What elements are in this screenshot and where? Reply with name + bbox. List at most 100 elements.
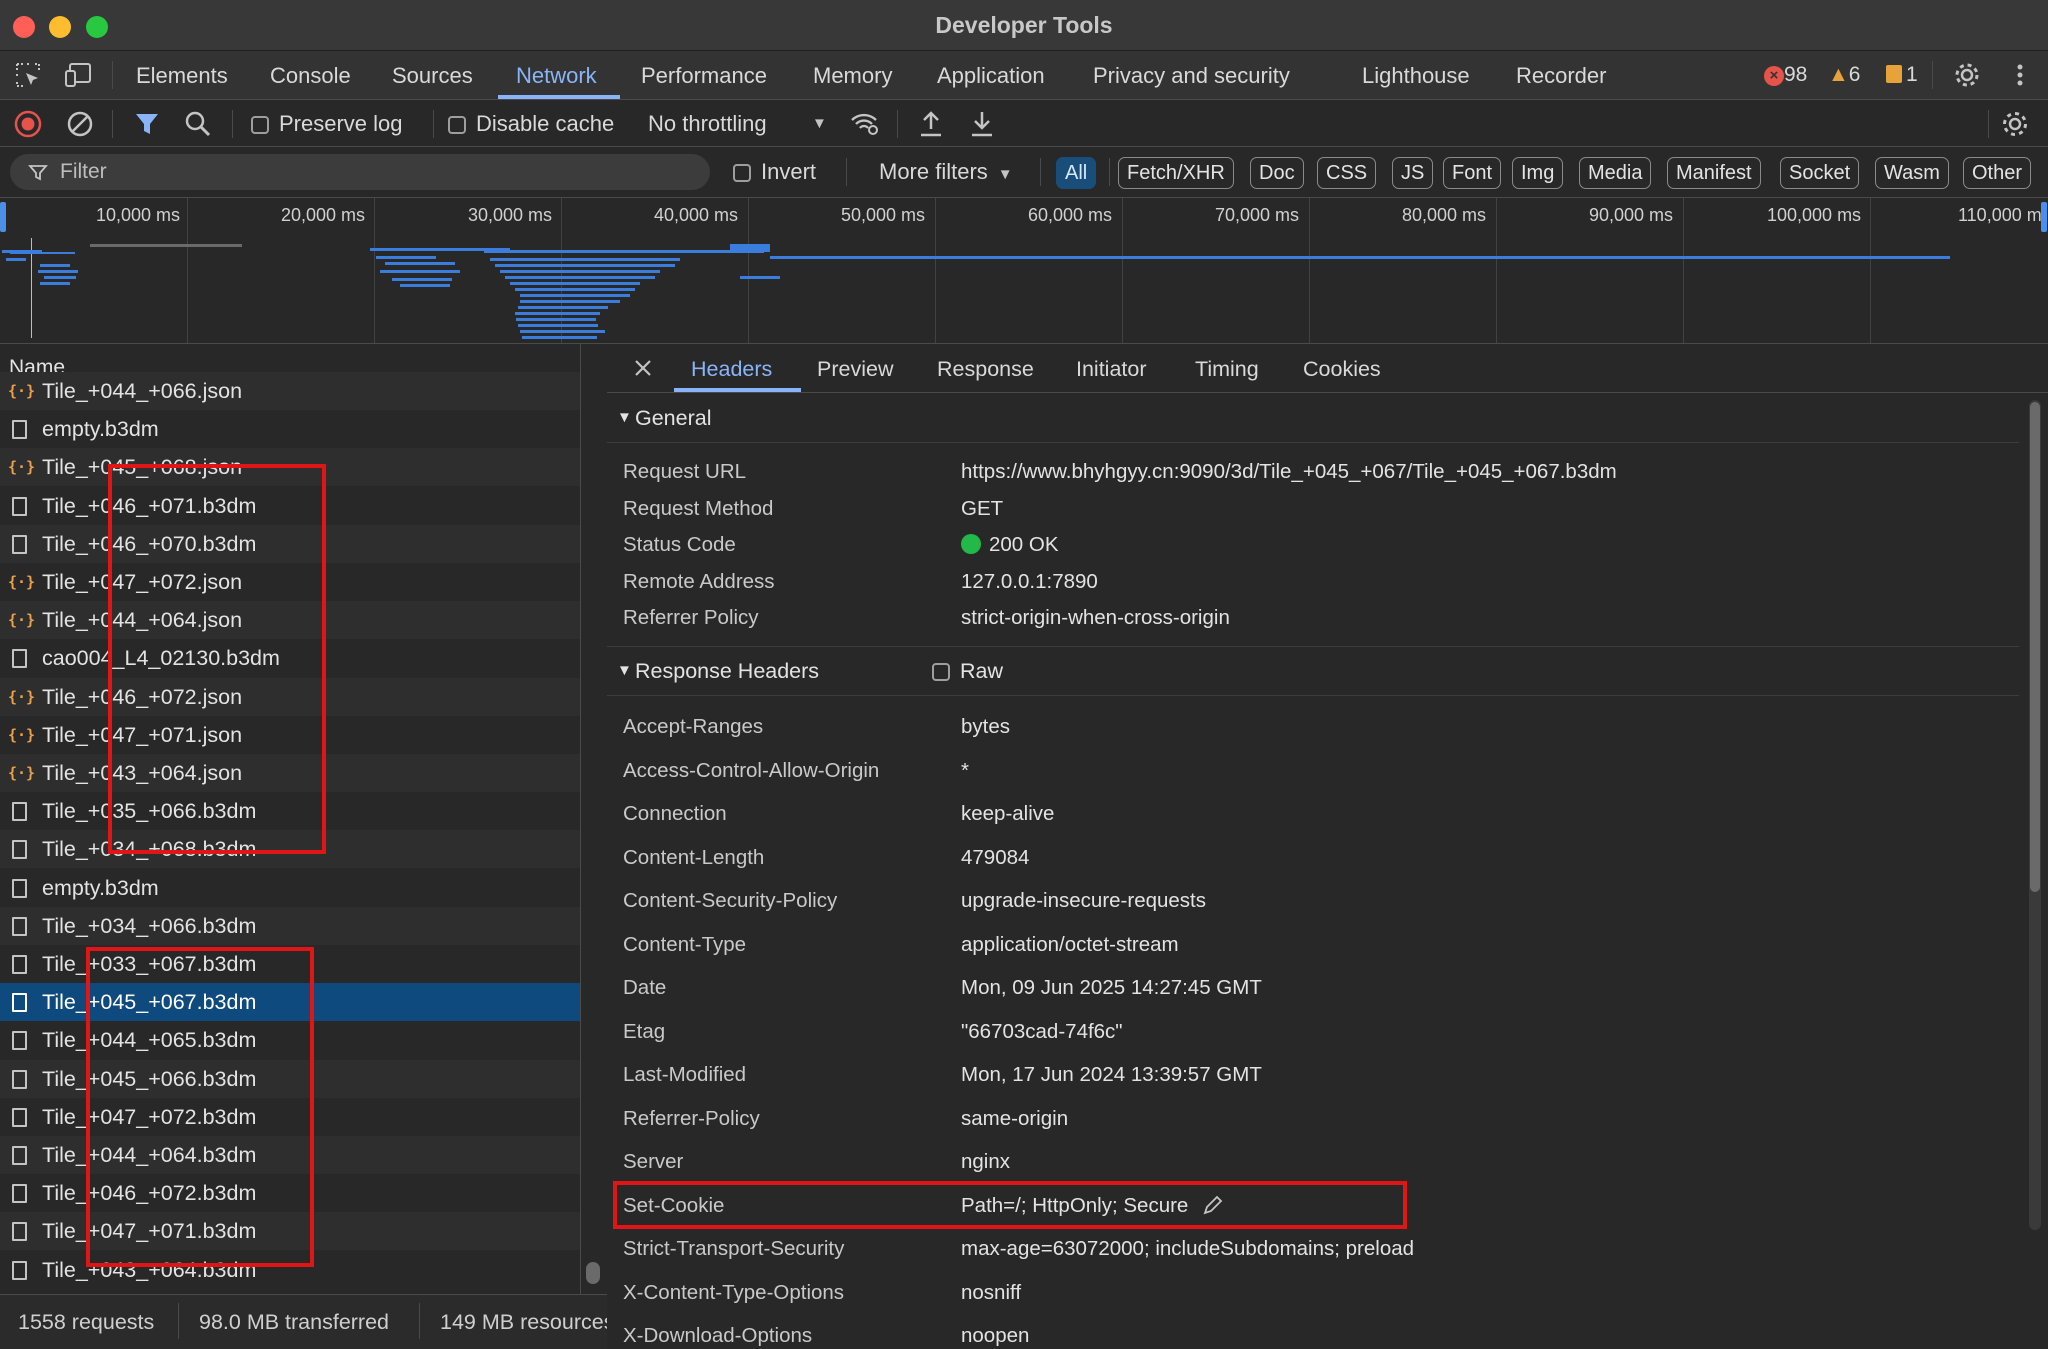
document-file-icon (12, 496, 27, 516)
tab-recorder[interactable]: Recorder (1516, 63, 1606, 89)
header-value-text: bytes (961, 715, 1010, 738)
timeline-gridline (1496, 198, 1497, 343)
header-value-text: * (961, 758, 969, 782)
invert-checkbox[interactable]: Invert (733, 159, 816, 185)
type-filter-js[interactable]: JS (1392, 157, 1434, 189)
filter-input[interactable]: Filter (10, 154, 710, 190)
tab-initiator[interactable]: Initiator (1076, 357, 1147, 382)
tab-application[interactable]: Application (937, 63, 1045, 89)
disable-cache-checkbox[interactable]: Disable cache (448, 111, 614, 137)
header-value[interactable]: noopen (961, 1319, 1029, 1349)
type-filter-other[interactable]: Other (1963, 157, 2032, 189)
status-ok-icon (961, 534, 981, 554)
header-value[interactable]: 479084 (961, 841, 1029, 875)
json-file-icon: {·} (8, 382, 36, 400)
request-activity-bar (522, 336, 597, 339)
search-icon[interactable] (184, 110, 212, 138)
request-row[interactable]: empty.b3dm (0, 410, 580, 448)
header-value[interactable]: strict-origin-when-cross-origin (961, 601, 1230, 635)
timeline-gridline (1683, 198, 1684, 343)
response-headers-section-header[interactable]: ▼ Response Headers Raw (607, 646, 2019, 696)
type-filter-fetch-xhr[interactable]: Fetch/XHR (1118, 157, 1234, 189)
tab-privacy-security[interactable]: Privacy and security (1093, 63, 1290, 89)
header-name: Accept-Ranges (623, 715, 764, 738)
filter-icon[interactable] (134, 110, 160, 138)
clear-icon[interactable] (66, 110, 94, 138)
issues-count[interactable]: 1 (1886, 63, 1918, 87)
type-filter-socket[interactable]: Socket (1780, 157, 1860, 189)
document-file-icon (12, 534, 27, 554)
tab-lighthouse[interactable]: Lighthouse (1362, 63, 1470, 89)
type-filter-all[interactable]: All (1056, 157, 1097, 189)
tab-elements[interactable]: Elements (136, 63, 228, 89)
header-value[interactable]: bytes (961, 710, 1010, 744)
network-conditions-icon[interactable] (849, 110, 881, 138)
tab-network[interactable]: Network (516, 63, 597, 89)
throttling-select[interactable]: No throttling ▼ (648, 111, 827, 137)
import-har-upload-icon[interactable] (917, 109, 945, 139)
header-value[interactable]: max-age=63072000; includeSubdomains; pre… (961, 1232, 1414, 1266)
header-value[interactable]: * (961, 754, 969, 788)
network-overview-timeline[interactable]: 10,000 ms 20,000 ms 30,000 ms 40,000 ms … (0, 198, 2048, 344)
details-scrollbar-thumb[interactable] (2030, 402, 2040, 892)
active-tab-indicator (674, 388, 801, 392)
header-value[interactable]: keep-alive (961, 797, 1054, 831)
overview-range-handle-right[interactable] (2041, 202, 2047, 232)
device-toolbar-icon[interactable] (64, 61, 94, 89)
tab-memory[interactable]: Memory (813, 63, 892, 89)
general-section-title: General (635, 406, 712, 430)
header-value[interactable]: upgrade-insecure-requests (961, 884, 1206, 918)
request-row[interactable]: {·} Tile_+044_+066.json (0, 372, 580, 410)
warning-count-value: 6 (1848, 63, 1861, 86)
type-filter-wasm[interactable]: Wasm (1875, 157, 1949, 189)
tab-performance[interactable]: Performance (641, 63, 767, 89)
tab-headers[interactable]: Headers (691, 357, 772, 382)
type-filter-doc[interactable]: Doc (1250, 157, 1304, 189)
general-row: Status Code 200 OK (623, 528, 2018, 562)
close-icon[interactable] (634, 359, 652, 377)
header-value[interactable]: 200 OK (961, 528, 1059, 562)
more-filters-dropdown[interactable]: More filters ▼ (879, 159, 1013, 185)
header-value[interactable]: https://www.bhyhgyy.cn:9090/3d/Tile_+045… (961, 455, 1617, 489)
header-value[interactable]: "66703cad-74f6c" (961, 1015, 1123, 1049)
type-filter-font[interactable]: Font (1443, 157, 1502, 189)
invert-label: Invert (761, 159, 817, 184)
settings-gear-icon[interactable] (1953, 61, 1981, 89)
header-value[interactable]: application/octet-stream (961, 928, 1179, 962)
header-value[interactable]: nosniff (961, 1276, 1021, 1310)
tab-sources[interactable]: Sources (392, 63, 473, 89)
export-har-download-icon[interactable] (968, 109, 996, 139)
raw-checkbox[interactable]: Raw (932, 647, 1003, 695)
tab-preview[interactable]: Preview (817, 357, 893, 382)
header-value[interactable]: nginx (961, 1145, 1010, 1179)
header-value[interactable]: Mon, 17 Jun 2024 13:39:57 GMT (961, 1058, 1262, 1092)
response-header-row: Content-Length 479084 (623, 841, 2018, 875)
tab-cookies[interactable]: Cookies (1303, 357, 1381, 382)
type-filter-media[interactable]: Media (1579, 157, 1652, 189)
request-row[interactable]: Tile_+034_+066.b3dm (0, 906, 580, 945)
error-count[interactable]: × 98 (1764, 63, 1807, 87)
header-value[interactable]: GET (961, 492, 1003, 526)
document-file-icon (12, 878, 27, 898)
type-filter-css[interactable]: CSS (1317, 157, 1377, 189)
tab-response[interactable]: Response (937, 357, 1034, 382)
request-list-scrollbar[interactable] (586, 1262, 600, 1284)
tab-console[interactable]: Console (270, 63, 351, 89)
inspect-element-icon[interactable] (14, 61, 42, 89)
type-filter-manifest[interactable]: Manifest (1667, 157, 1761, 189)
header-value[interactable]: same-origin (961, 1102, 1068, 1136)
request-activity-bar (90, 244, 242, 247)
type-filter-img[interactable]: Img (1512, 157, 1564, 189)
general-section-header[interactable]: ▼ General (607, 394, 2019, 443)
more-options-icon[interactable] (2008, 61, 2032, 89)
network-settings-gear-icon[interactable] (2000, 109, 2030, 139)
stop-recording-icon[interactable] (14, 110, 42, 138)
request-activity-bar (520, 294, 630, 297)
overview-range-handle-left[interactable] (0, 202, 6, 232)
preserve-log-checkbox[interactable]: Preserve log (251, 111, 403, 137)
warning-count[interactable]: ▲6 (1828, 63, 1860, 87)
header-value[interactable]: Mon, 09 Jun 2025 14:27:45 GMT (961, 971, 1262, 1005)
tab-timing[interactable]: Timing (1195, 357, 1259, 382)
header-value[interactable]: 127.0.0.1:7890 (961, 565, 1098, 599)
request-row[interactable]: empty.b3dm (0, 869, 580, 907)
